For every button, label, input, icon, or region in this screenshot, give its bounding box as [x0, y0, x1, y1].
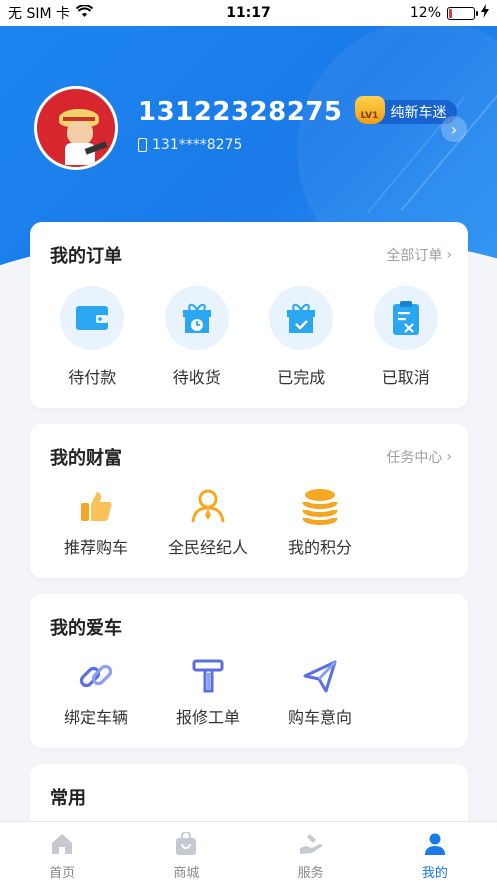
tab-service[interactable]: 服务	[249, 822, 373, 883]
status-right: 12%	[410, 4, 489, 22]
avatar[interactable]	[34, 86, 118, 170]
masked-phone: 131****8275	[152, 137, 243, 153]
wallet-icon	[60, 286, 125, 350]
battery-icon	[447, 6, 478, 20]
order-label: 已完成	[277, 368, 326, 387]
order-label: 已取消	[381, 368, 430, 387]
wealth-label: 我的积分	[287, 538, 352, 557]
status-bar: 无 SIM 卡 11:17 12%	[0, 0, 497, 26]
orders-header: 我的订单 全部订单 ›	[30, 222, 468, 268]
level-shield-icon: LV1	[354, 96, 385, 124]
task-center-link[interactable]: 任务中心 ›	[386, 447, 452, 467]
profile-section[interactable]: 13122328275 LV1 纯新车迷 131****8275	[34, 86, 457, 170]
level-name: 纯新车迷	[390, 105, 447, 121]
orders-card: 我的订单 全部订单 › 待付款 待收货 已完成 已取消	[30, 222, 468, 408]
wealth-card: 我的财富 任务中心 › 推荐购车 全民经纪人 我的积分	[30, 424, 468, 578]
order-label: 待付款	[68, 368, 117, 387]
phone-icon	[138, 138, 147, 152]
all-orders-label: 全部订单	[386, 248, 443, 264]
tab-home[interactable]: 首页	[0, 822, 124, 883]
tab-label: 商城	[173, 866, 200, 881]
user-phone: 13122328275	[138, 97, 343, 127]
user-icon	[423, 832, 447, 860]
tab-label: 服务	[297, 866, 324, 881]
my-car-card: 我的爱车 绑定车辆 报修工单 购车意向	[30, 594, 468, 748]
all-orders-link[interactable]: 全部订单 ›	[386, 245, 452, 265]
car-header: 我的爱车	[30, 594, 468, 640]
car-grid: 绑定车辆 报修工单 购车意向	[30, 656, 468, 728]
chevron-right-icon: ›	[450, 119, 458, 139]
chevron-right-icon: ›	[446, 247, 452, 263]
common-title: 常用	[50, 788, 86, 809]
coins-icon	[300, 486, 340, 526]
phone-row: 13122328275 LV1 纯新车迷	[138, 96, 457, 127]
link-icon	[76, 656, 116, 696]
home-icon	[50, 832, 74, 860]
tab-label: 我的	[421, 866, 448, 881]
hammer-icon	[188, 656, 228, 696]
tab-label: 首页	[49, 866, 76, 881]
recommend-purchase[interactable]: 推荐购车	[40, 486, 152, 558]
thumbs-up-icon	[76, 486, 116, 526]
paper-plane-icon	[300, 656, 340, 696]
car-label: 绑定车辆	[63, 708, 128, 727]
chevron-right-icon: ›	[446, 449, 452, 465]
order-pending-payment[interactable]: 待付款	[40, 286, 145, 388]
common-header: 常用	[30, 764, 468, 810]
orders-title: 我的订单	[50, 246, 122, 267]
car-label: 报修工单	[175, 708, 240, 727]
order-completed[interactable]: 已完成	[249, 286, 354, 388]
bind-vehicle[interactable]: 绑定车辆	[40, 656, 152, 728]
wealth-label: 全民经纪人	[167, 538, 248, 557]
wealth-header: 我的财富 任务中心 ›	[30, 424, 468, 470]
bottom-tab-bar: 首页 商城 服务 我的	[0, 821, 497, 883]
status-left: 无 SIM 卡	[8, 3, 94, 23]
gift-check-icon	[269, 286, 334, 350]
car-label: 购车意向	[287, 708, 352, 727]
order-cancelled[interactable]: 已取消	[354, 286, 459, 388]
masked-phone-row: 131****8275	[138, 137, 457, 153]
orders-grid: 待付款 待收货 已完成 已取消	[30, 286, 468, 388]
profile-arrow-button[interactable]: ›	[441, 116, 467, 142]
charging-bolt-icon	[481, 4, 489, 22]
battery-percent: 12%	[409, 5, 441, 21]
tab-shop[interactable]: 商城	[124, 822, 248, 883]
wealth-grid: 推荐购车 全民经纪人 我的积分	[30, 486, 468, 558]
task-center-label: 任务中心	[386, 450, 443, 466]
wealth-label: 推荐购车	[63, 538, 128, 557]
national-agent[interactable]: 全民经纪人	[152, 486, 264, 558]
gift-clock-icon	[164, 286, 229, 350]
wifi-icon	[75, 4, 94, 22]
car-title: 我的爱车	[50, 618, 122, 639]
agent-icon	[188, 486, 228, 526]
tab-mine[interactable]: 我的	[373, 822, 497, 883]
clipboard-x-icon	[373, 286, 438, 350]
level-badge: LV1 纯新车迷	[354, 96, 457, 124]
purchase-intent[interactable]: 购车意向	[264, 656, 376, 728]
repair-order[interactable]: 报修工单	[152, 656, 264, 728]
shop-bag-icon	[174, 831, 198, 860]
order-pending-receipt[interactable]: 待收货	[145, 286, 250, 388]
avatar-face	[67, 121, 93, 145]
profile-info: 13122328275 LV1 纯新车迷 131****8275	[138, 96, 457, 153]
carrier-label: 无 SIM 卡	[8, 6, 70, 22]
my-points[interactable]: 我的积分	[264, 486, 376, 558]
wealth-title: 我的财富	[50, 448, 122, 469]
service-icon	[298, 832, 324, 860]
order-label: 待收货	[172, 368, 221, 387]
